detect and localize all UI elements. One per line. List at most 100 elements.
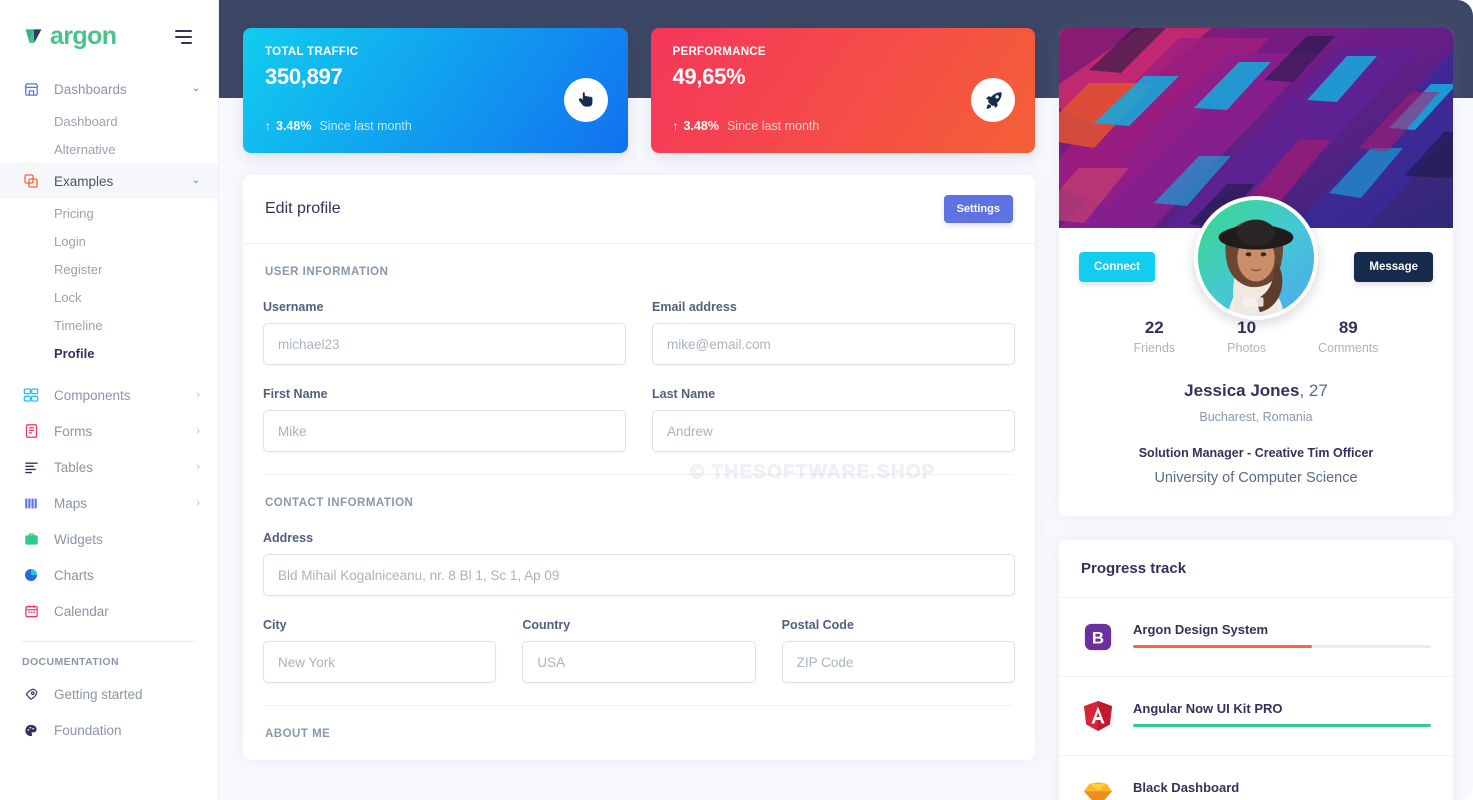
sidebar-sublabel: Login bbox=[54, 233, 86, 249]
widgets-icon bbox=[22, 530, 40, 548]
stat-value: 89 bbox=[1338, 318, 1358, 337]
first-name-label: First Name bbox=[263, 387, 328, 401]
sidebar-subitem-pricing[interactable]: Pricing bbox=[0, 199, 218, 227]
stat-value: 350,897 bbox=[265, 64, 343, 89]
bootstrap-icon: B bbox=[1081, 620, 1115, 654]
sidebar-item-foundation[interactable]: Foundation bbox=[0, 712, 218, 748]
edit-profile-card: Edit profile Settings USER INFORMATION U… bbox=[243, 175, 1035, 760]
sidebar-item-components[interactable]: Components › bbox=[0, 377, 218, 413]
list-item[interactable]: Angular Now UI Kit PRO bbox=[1059, 677, 1453, 756]
username-input[interactable] bbox=[263, 323, 626, 365]
profile-stat-photos: 10 Photos bbox=[1227, 318, 1266, 355]
stat-cards: TOTAL TRAFFIC 350,897 ↑ 3.48% Since last… bbox=[243, 28, 1035, 153]
charts-icon bbox=[22, 566, 40, 584]
chevron-right-icon: › bbox=[196, 388, 200, 401]
stat-card-total-traffic[interactable]: TOTAL TRAFFIC 350,897 ↑ 3.48% Since last… bbox=[243, 28, 628, 153]
user-information-fields: Username Email address First Name bbox=[243, 300, 1035, 452]
sidebar-sublabel: Alternative bbox=[54, 141, 116, 157]
about-me-heading: ABOUT ME bbox=[265, 728, 331, 740]
field-group-country: Country bbox=[522, 618, 756, 683]
postal-code-input[interactable] bbox=[781, 641, 1015, 683]
address-input[interactable] bbox=[263, 554, 1015, 596]
brand-logo[interactable]: argon bbox=[24, 24, 117, 49]
track-name: Angular Now UI Kit PRO bbox=[1133, 701, 1283, 716]
page-title: Edit profile bbox=[265, 200, 341, 217]
track-body: Black Dashboard bbox=[1133, 778, 1431, 800]
track-name: Black Dashboard bbox=[1133, 780, 1240, 795]
stat-label: Friends bbox=[1133, 341, 1176, 355]
track-body: Angular Now UI Kit PRO bbox=[1133, 699, 1431, 727]
sidebar-item-maps[interactable]: Maps › bbox=[0, 485, 218, 521]
progress-bar-fill bbox=[1133, 645, 1312, 648]
profile-name: Jessica Jones bbox=[1184, 381, 1300, 400]
track-name: Argon Design System bbox=[1133, 622, 1269, 637]
content-columns: TOTAL TRAFFIC 350,897 ↑ 3.48% Since last… bbox=[243, 28, 1453, 800]
message-button[interactable]: Message bbox=[1354, 252, 1433, 282]
field-row: Username Email address bbox=[263, 300, 1015, 365]
sidebar-subitem-dashboard[interactable]: Dashboard bbox=[0, 107, 218, 135]
field-group-last-name: Last Name bbox=[652, 387, 1015, 452]
sidebar-item-charts[interactable]: Charts bbox=[0, 557, 218, 593]
profile-name-row: Jessica Jones, 27 bbox=[1075, 381, 1437, 401]
field-row: First Name Last Name bbox=[263, 387, 1015, 452]
sidebar-subitem-register[interactable]: Register bbox=[0, 255, 218, 283]
first-name-input[interactable] bbox=[263, 410, 626, 452]
stat-percent: 3.48% bbox=[276, 119, 312, 133]
stat-value: 10 bbox=[1237, 318, 1257, 337]
stat-title: PERFORMANCE bbox=[672, 46, 766, 58]
sidebar-item-tables[interactable]: Tables › bbox=[0, 449, 218, 485]
sidebar-subitem-alternative[interactable]: Alternative bbox=[0, 135, 218, 163]
angular-icon bbox=[1081, 699, 1115, 733]
field-row: Address bbox=[263, 531, 1015, 596]
sidebar-brand-row: argon bbox=[0, 0, 218, 67]
stat-value: 22 bbox=[1144, 318, 1164, 337]
field-group-postal-code: Postal Code bbox=[781, 618, 1015, 683]
copy-icon bbox=[22, 172, 40, 190]
address-label: Address bbox=[263, 531, 314, 545]
sidebar-divider bbox=[22, 641, 196, 642]
last-name-input[interactable] bbox=[652, 410, 1015, 452]
stat-since: Since last month bbox=[726, 119, 820, 133]
connect-button[interactable]: Connect bbox=[1079, 252, 1155, 282]
profile-age: , 27 bbox=[1299, 381, 1328, 400]
email-field[interactable] bbox=[652, 323, 1015, 365]
country-input[interactable] bbox=[522, 641, 756, 683]
stat-card-performance[interactable]: PERFORMANCE 49,65% ↑ 3.48% Since last mo… bbox=[650, 28, 1035, 153]
sidebar-sublabel: Profile bbox=[54, 345, 95, 361]
rocket-icon bbox=[22, 685, 40, 703]
argon-v-logo-icon bbox=[24, 27, 43, 46]
chevron-right-icon: › bbox=[196, 496, 200, 509]
sidebar-item-calendar[interactable]: Calendar bbox=[0, 593, 218, 629]
sidebar-item-examples[interactable]: Examples ⌄ bbox=[0, 163, 218, 199]
sidebar-item-forms[interactable]: Forms › bbox=[0, 413, 218, 449]
stat-label: Comments bbox=[1318, 341, 1379, 355]
sidebar-item-dashboards[interactable]: Dashboards ⌄ bbox=[0, 71, 218, 107]
contact-information-heading: CONTACT INFORMATION bbox=[265, 497, 414, 509]
stat-percent: 3.48% bbox=[683, 119, 719, 133]
sidebar-item-widgets[interactable]: Widgets bbox=[0, 521, 218, 557]
profile-location: Bucharest, Romania bbox=[1199, 410, 1313, 424]
sidebar-item-getting-started[interactable]: Getting started bbox=[0, 676, 218, 712]
city-input[interactable] bbox=[263, 641, 497, 683]
progress-bar bbox=[1133, 645, 1431, 648]
hamburger-icon[interactable] bbox=[171, 26, 196, 48]
list-item[interactable]: Black Dashboard bbox=[1059, 756, 1453, 800]
settings-button[interactable]: Settings bbox=[943, 195, 1013, 223]
field-row: City Country Postal Code bbox=[263, 618, 1015, 683]
profile-job: Solution Manager - Creative Tim Officer bbox=[1138, 446, 1374, 460]
sidebar-subitem-profile[interactable]: Profile bbox=[0, 339, 218, 367]
sidebar-label: Dashboards bbox=[54, 81, 127, 97]
list-item[interactable]: B Argon Design System bbox=[1059, 598, 1453, 677]
sidebar-subitem-login[interactable]: Login bbox=[0, 227, 218, 255]
sidebar-subitem-lock[interactable]: Lock bbox=[0, 283, 218, 311]
main-content: TOTAL TRAFFIC 350,897 ↑ 3.48% Since last… bbox=[219, 0, 1473, 800]
contact-information-section: CONTACT INFORMATION bbox=[243, 475, 1035, 509]
stat-since: Since last month bbox=[319, 119, 412, 133]
contact-information-fields: Address City Country bbox=[243, 531, 1035, 683]
chevron-down-icon: ⌄ bbox=[191, 175, 200, 186]
sidebar-label: Foundation bbox=[54, 722, 122, 738]
sidebar-sublabel: Timeline bbox=[54, 317, 103, 333]
sidebar-subitem-timeline[interactable]: Timeline bbox=[0, 311, 218, 339]
stat-footer: ↑ 3.48% Since last month bbox=[265, 119, 412, 133]
avatar[interactable] bbox=[1194, 196, 1318, 320]
